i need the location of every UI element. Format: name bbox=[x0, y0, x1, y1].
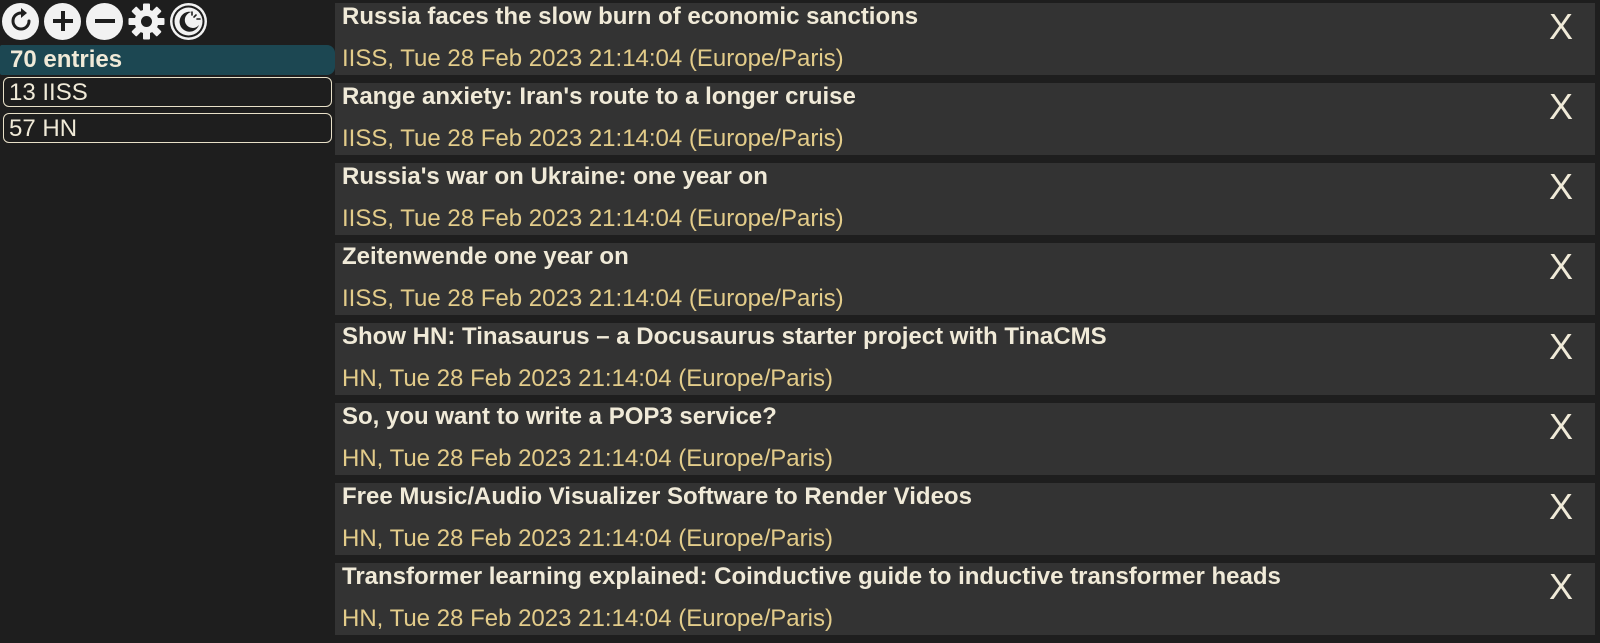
gear-icon bbox=[128, 3, 165, 39]
settings-button[interactable] bbox=[128, 3, 165, 40]
entry-meta: HN, Tue 28 Feb 2023 21:14:04 (Europe/Par… bbox=[342, 365, 833, 392]
close-icon[interactable]: X bbox=[1549, 247, 1573, 287]
entry-title[interactable]: Free Music/Audio Visualizer Software to … bbox=[342, 483, 1595, 511]
entry-item: So, you want to write a POP3 service? HN… bbox=[335, 403, 1595, 475]
remove-feed-button[interactable] bbox=[86, 2, 123, 40]
entry-meta: IISS, Tue 28 Feb 2023 21:14:04 (Europe/P… bbox=[342, 205, 844, 232]
entry-title[interactable]: Range anxiety: Iran's route to a longer … bbox=[342, 83, 1595, 111]
close-icon[interactable]: X bbox=[1549, 487, 1573, 527]
entry-title[interactable]: Russia's war on Ukraine: one year on bbox=[342, 163, 1595, 191]
entry-meta: IISS, Tue 28 Feb 2023 21:14:04 (Europe/P… bbox=[342, 125, 844, 152]
close-icon[interactable]: X bbox=[1549, 567, 1573, 607]
close-icon[interactable]: X bbox=[1549, 407, 1573, 447]
entry-item: Free Music/Audio Visualizer Software to … bbox=[335, 483, 1595, 555]
sidebar: 70 entries 13 IISS 57 HN bbox=[0, 0, 336, 643]
entry-item: Russia's war on Ukraine: one year on IIS… bbox=[335, 163, 1595, 235]
entry-meta: HN, Tue 28 Feb 2023 21:14:04 (Europe/Par… bbox=[342, 525, 833, 552]
entry-meta: IISS, Tue 28 Feb 2023 21:14:04 (Europe/P… bbox=[342, 285, 844, 312]
close-icon[interactable]: X bbox=[1549, 167, 1573, 207]
entry-title[interactable]: Transformer learning explained: Coinduct… bbox=[342, 563, 1595, 591]
entry-title[interactable]: Show HN: Tinasaurus – a Docusaurus start… bbox=[342, 323, 1595, 351]
minus-icon bbox=[94, 19, 115, 23]
refresh-button[interactable] bbox=[2, 2, 39, 40]
entry-item: Transformer learning explained: Coinduct… bbox=[335, 563, 1595, 635]
feed-all-entries[interactable]: 70 entries bbox=[0, 45, 335, 75]
theme-toggle-button[interactable] bbox=[170, 2, 207, 40]
close-icon[interactable]: X bbox=[1549, 87, 1573, 127]
feed-item-iiss[interactable]: 13 IISS bbox=[3, 77, 332, 107]
entry-title[interactable]: Russia faces the slow burn of economic s… bbox=[342, 3, 1595, 31]
refresh-icon bbox=[11, 8, 30, 31]
entry-title[interactable]: So, you want to write a POP3 service? bbox=[342, 403, 1595, 431]
close-icon[interactable]: X bbox=[1549, 327, 1573, 367]
toolbar bbox=[0, 0, 336, 41]
entry-list: Russia faces the slow burn of economic s… bbox=[335, 3, 1595, 643]
app: 70 entries 13 IISS 57 HN Russia faces th… bbox=[0, 0, 1600, 643]
entry-meta: IISS, Tue 28 Feb 2023 21:14:04 (Europe/P… bbox=[342, 45, 844, 72]
entry-meta: HN, Tue 28 Feb 2023 21:14:04 (Europe/Par… bbox=[342, 445, 833, 472]
entry-item: Show HN: Tinasaurus – a Docusaurus start… bbox=[335, 323, 1595, 395]
theme-icon bbox=[172, 5, 205, 37]
entry-title[interactable]: Zeitenwende one year on bbox=[342, 243, 1595, 271]
close-icon[interactable]: X bbox=[1549, 7, 1573, 47]
entry-item: Range anxiety: Iran's route to a longer … bbox=[335, 83, 1595, 155]
entry-item: Russia faces the slow burn of economic s… bbox=[335, 3, 1595, 75]
entry-item: Zeitenwende one year on IISS, Tue 28 Feb… bbox=[335, 243, 1595, 315]
feed-item-hn[interactable]: 57 HN bbox=[3, 113, 332, 143]
add-feed-button[interactable] bbox=[44, 2, 81, 40]
entry-meta: HN, Tue 28 Feb 2023 21:14:04 (Europe/Par… bbox=[342, 605, 833, 632]
plus-icon bbox=[52, 11, 73, 31]
